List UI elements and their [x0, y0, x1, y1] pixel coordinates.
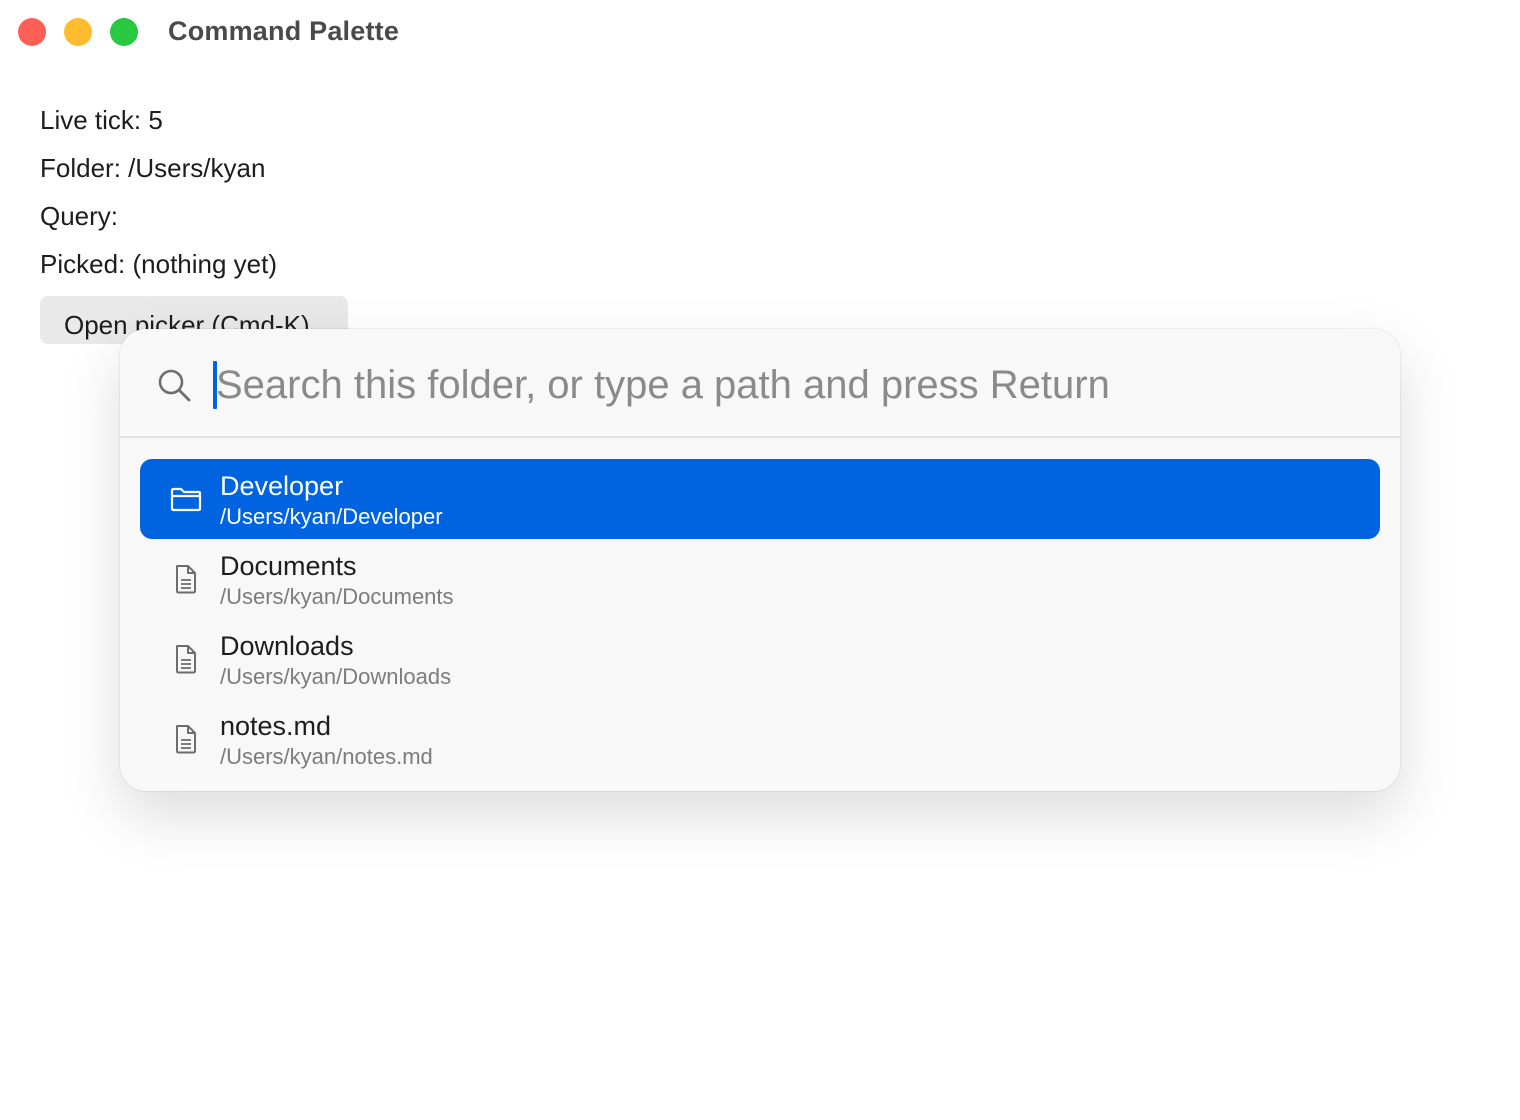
search-bar [120, 329, 1400, 437]
close-window-button[interactable] [18, 18, 46, 46]
minimize-window-button[interactable] [64, 18, 92, 46]
result-path: /Users/kyan/Documents [220, 584, 454, 609]
title-bar: Command Palette [0, 0, 1520, 66]
document-icon [168, 641, 204, 677]
result-path: /Users/kyan/notes.md [220, 744, 433, 769]
zoom-window-button[interactable] [110, 18, 138, 46]
picked-label: Picked: (nothing yet) [40, 249, 278, 279]
result-name: Developer [220, 471, 344, 501]
results-list: Developer /Users/kyan/Developer Document… [140, 459, 1380, 779]
search-input[interactable] [216, 357, 1356, 413]
search-divider [120, 436, 1400, 438]
document-icon [168, 721, 204, 757]
result-row-documents[interactable]: Documents /Users/kyan/Documents [140, 539, 1380, 619]
folder-label: Folder: /Users/kyan [40, 153, 266, 183]
command-palette: Developer /Users/kyan/Developer Document… [120, 329, 1400, 791]
search-icon [156, 367, 192, 403]
result-name: Downloads [220, 631, 354, 661]
status-panel: Live tick: 5 Folder: /Users/kyan Query: … [40, 104, 277, 296]
result-name: Documents [220, 551, 357, 581]
app-window: Command Palette Live tick: 5 Folder: /Us… [0, 0, 1520, 1120]
result-path: /Users/kyan/Developer [220, 504, 443, 529]
live-tick-label: Live tick: 5 [40, 105, 163, 135]
result-row-notes-md[interactable]: notes.md /Users/kyan/notes.md [140, 699, 1380, 779]
query-label: Query: [40, 201, 119, 231]
folder-icon [168, 481, 204, 517]
window-title: Command Palette [168, 16, 400, 46]
result-row-developer[interactable]: Developer /Users/kyan/Developer [140, 459, 1380, 539]
result-row-downloads[interactable]: Downloads /Users/kyan/Downloads [140, 619, 1380, 699]
document-icon [168, 561, 204, 597]
result-path: /Users/kyan/Downloads [220, 664, 452, 689]
result-name: notes.md [220, 711, 332, 741]
